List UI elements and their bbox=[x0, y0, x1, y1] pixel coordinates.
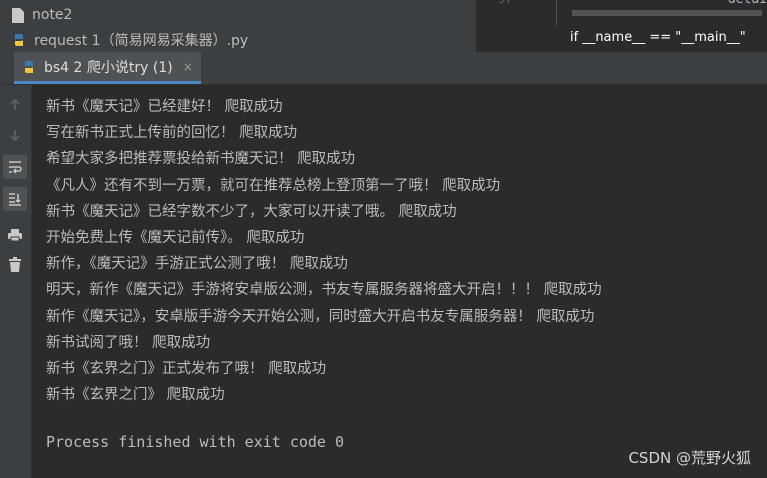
python-icon bbox=[22, 60, 36, 74]
scroll-to-end-icon[interactable] bbox=[3, 187, 27, 211]
watermark: CSDN @荒野火狐 bbox=[628, 449, 751, 467]
code-snippet: detai bbox=[728, 0, 767, 7]
run-tab-bar: bs4 2 爬小说try (1) × bbox=[0, 52, 767, 85]
gutter-divider bbox=[556, 0, 557, 26]
output-line: 新作，《魔天记》手游正式公测了哦！ 爬取成功 bbox=[46, 256, 348, 273]
output-line: 希望大家多把推荐票投给新书魔天记！ 爬取成功 bbox=[46, 151, 356, 168]
file-item-note2[interactable]: note2 bbox=[12, 2, 72, 28]
file-name: note2 bbox=[32, 7, 73, 23]
process-status: Process finished with exit code 0 bbox=[46, 433, 345, 451]
console-output[interactable]: 新书《魔天记》已经建好！ 爬取成功 写在新书正式上传前的回忆！ 爬取成功 希望大… bbox=[46, 94, 767, 408]
file-name: request 1（简易网易采集器）.py bbox=[34, 33, 249, 49]
line-number: 97 bbox=[498, 0, 512, 6]
trash-icon[interactable] bbox=[3, 253, 27, 277]
output-line: 新书《魔天记》已经字数不少了，大家可以开读了哦。 爬取成功 bbox=[46, 203, 457, 220]
output-line: 写在新书正式上传前的回忆！ 爬取成功 bbox=[46, 125, 298, 142]
output-line: 明天，新作《魔天记》手游将安卓版公测，书友专属服务器将盛大开启！！！ 爬取成功 bbox=[46, 282, 602, 299]
code-main-line[interactable]: if __name__ == "__main__" bbox=[570, 26, 746, 48]
output-line: 开始免费上传《魔天记前传》。 爬取成功 bbox=[46, 229, 305, 246]
editor-preview: 97 detai if __name__ == "__main__" bbox=[476, 0, 767, 52]
arrow-up-icon[interactable] bbox=[3, 93, 27, 117]
code-highlight-bar bbox=[572, 10, 762, 16]
output-line: 《凡人》还有不到一万票，就可在推荐总榜上登顶第一了哦！ 爬取成功 bbox=[46, 177, 501, 194]
close-icon[interactable]: × bbox=[183, 60, 193, 74]
run-tab-label: bs4 2 爬小说try (1) bbox=[44, 59, 173, 76]
run-toolbar bbox=[0, 85, 32, 478]
print-icon[interactable] bbox=[3, 223, 27, 247]
python-file-icon bbox=[12, 33, 26, 47]
arrow-down-icon[interactable] bbox=[3, 123, 27, 147]
output-line: 新书试阅了哦！ 爬取成功 bbox=[46, 334, 211, 351]
output-line: 新书《魔天记》已经建好！ 爬取成功 bbox=[46, 99, 283, 115]
output-line: 新书《玄界之门》正式发布了哦！ 爬取成功 bbox=[46, 360, 327, 377]
run-tab[interactable]: bs4 2 爬小说try (1) × bbox=[14, 52, 201, 84]
project-file-list: note2 request 1（简易网易采集器）.py bbox=[0, 0, 476, 52]
output-line: 新书《玄界之门》 爬取成功 bbox=[46, 387, 225, 404]
document-icon bbox=[12, 7, 24, 23]
top-panel: note2 request 1（简易网易采集器）.py 97 detai if … bbox=[0, 0, 767, 52]
soft-wrap-icon[interactable] bbox=[3, 155, 27, 179]
output-line: 新作《魔天记》，安卓版手游今天开始公测，同时盛大开启书友专属服务器！ 爬取成功 bbox=[46, 308, 595, 325]
file-item-request[interactable]: request 1（简易网易采集器）.py bbox=[12, 27, 248, 53]
